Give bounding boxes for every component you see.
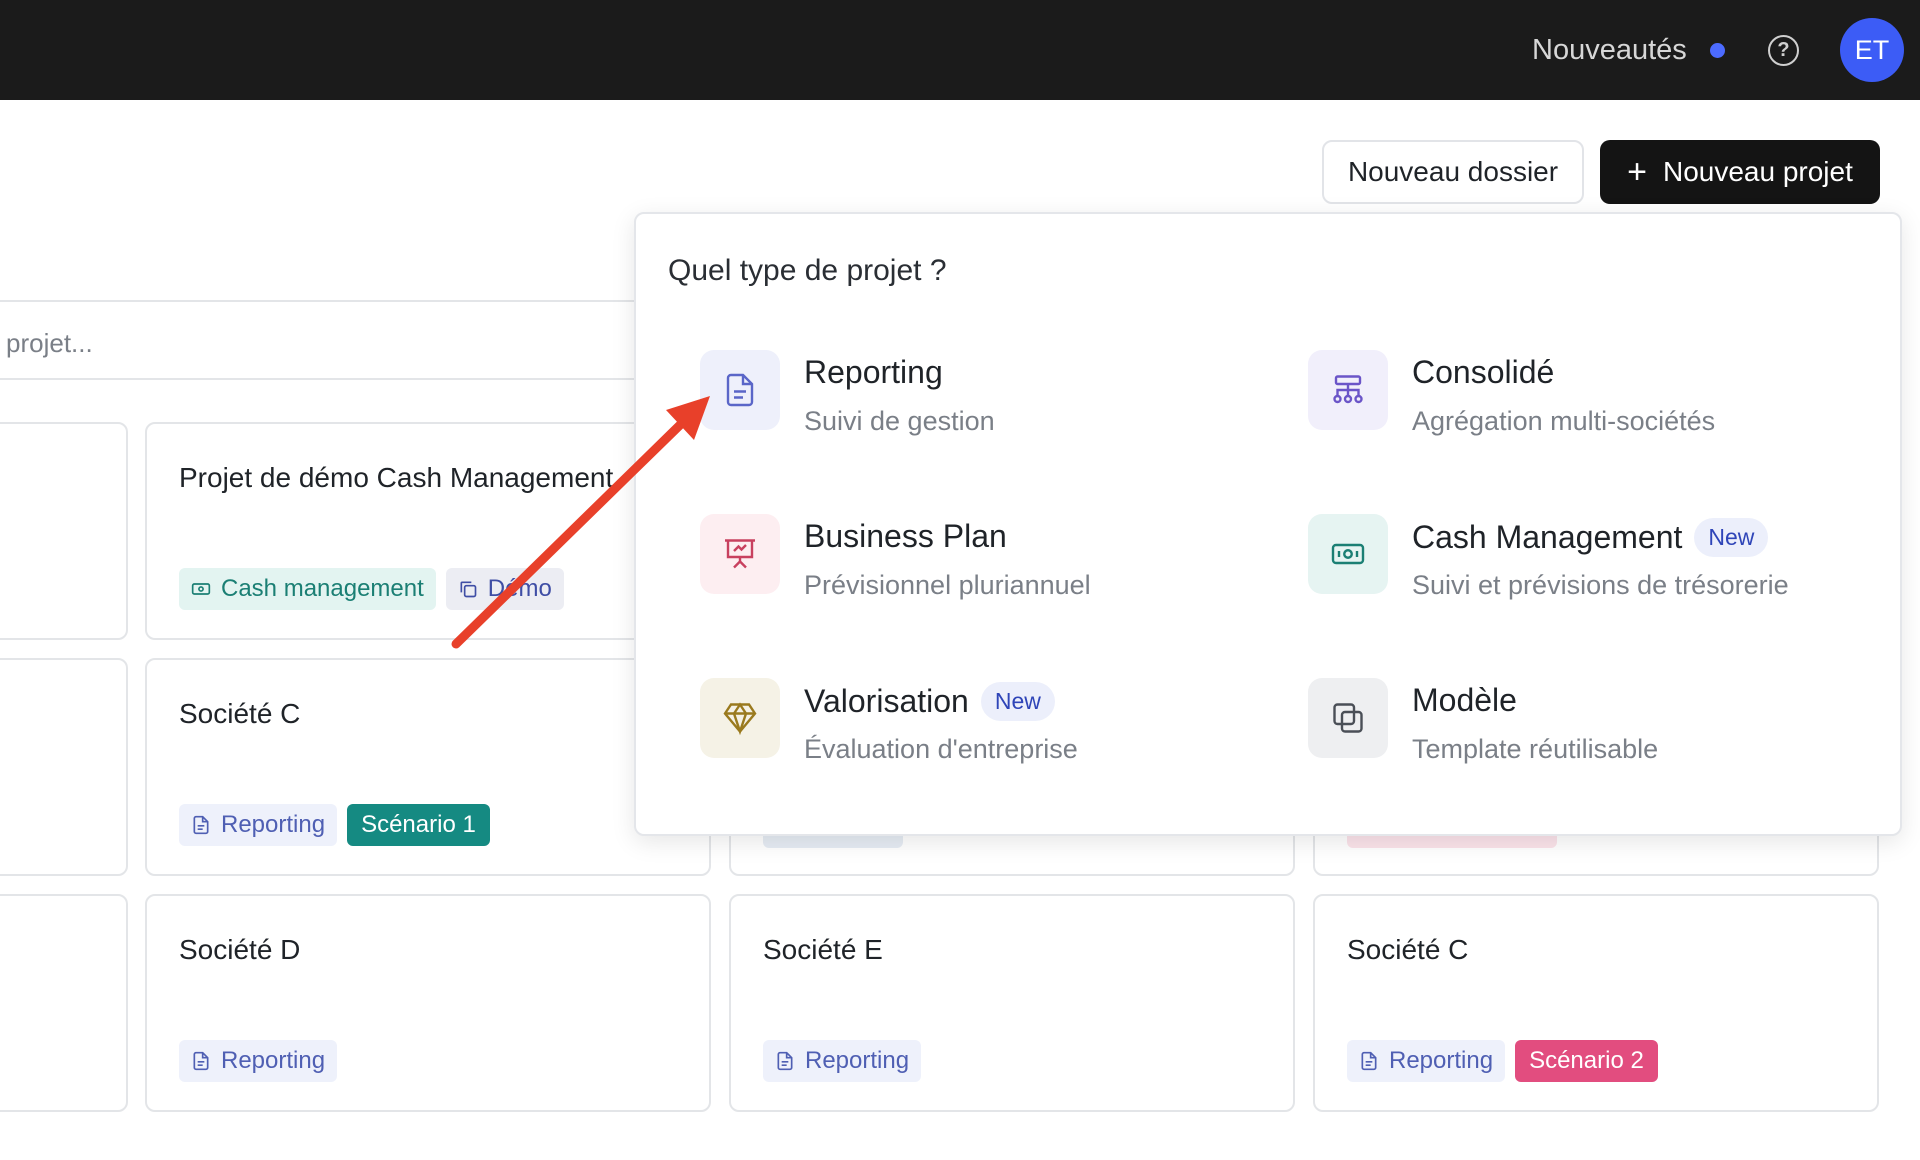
document-icon xyxy=(700,350,780,430)
option-cash-management[interactable]: Cash Management New Suivi et prévisions … xyxy=(1308,514,1908,614)
news-link[interactable]: Nouveautés xyxy=(1532,34,1687,67)
top-bar: Nouveautés ? ET xyxy=(0,0,1920,100)
news-indicator-dot xyxy=(1710,43,1725,58)
option-modele[interactable]: Modèle Template réutilisable xyxy=(1308,678,1908,778)
option-title: Consolidé xyxy=(1412,354,1555,390)
project-title: Société E xyxy=(763,934,883,965)
project-tags: Reporting Scénario 1 xyxy=(179,804,490,846)
option-subtitle: Prévisionnel pluriannuel xyxy=(804,570,1091,600)
project-card[interactable]: Société C Reporting Scénario 2 xyxy=(1313,894,1879,1112)
tag-reporting: Reporting xyxy=(1347,1040,1506,1082)
option-consolide[interactable]: Consolidé Agrégation multi-sociétés xyxy=(1308,350,1908,450)
diamond-icon xyxy=(700,678,780,758)
project-card[interactable]: Société C Reporting Scénario 1 xyxy=(145,658,711,876)
option-subtitle: Template réutilisable xyxy=(1412,734,1659,764)
option-title: Reporting xyxy=(804,354,943,390)
document-icon xyxy=(1361,1051,1377,1071)
project-title: Société D xyxy=(179,934,301,965)
tag-partial xyxy=(1347,836,1557,848)
project-tags: Cash management Démo xyxy=(179,568,564,610)
popover-title: Quel type de projet ? xyxy=(668,254,947,287)
presentation-icon xyxy=(700,514,780,594)
option-valorisation[interactable]: Valorisation New Évaluation d'entreprise xyxy=(700,678,1300,778)
banknote-icon xyxy=(1308,514,1388,594)
document-icon xyxy=(193,815,209,835)
plus-icon: + xyxy=(1627,153,1647,191)
project-card-partial[interactable] xyxy=(0,894,128,1112)
tag-reporting: Reporting xyxy=(179,804,338,846)
project-tags: Reporting Scénario 2 xyxy=(1347,1040,1658,1082)
option-reporting[interactable]: Reporting Suivi de gestion xyxy=(700,350,1300,450)
tag-partial xyxy=(763,836,903,848)
option-subtitle: Évaluation d'entreprise xyxy=(804,734,1078,764)
option-title: Business Plan xyxy=(804,518,1007,554)
project-title: Projet de démo Cash Management xyxy=(179,462,614,493)
new-project-button[interactable]: + Nouveau projet xyxy=(1600,140,1880,204)
tag-scenario-1: Scénario 1 xyxy=(347,804,490,846)
option-subtitle: Agrégation multi-sociétés xyxy=(1412,406,1716,436)
user-avatar[interactable]: ET xyxy=(1840,18,1904,82)
tag-demo: Démo xyxy=(445,568,564,610)
document-icon xyxy=(777,1051,793,1071)
tag-label: Reporting xyxy=(1389,1047,1494,1074)
option-subtitle: Suivi de gestion xyxy=(804,406,995,436)
project-card[interactable]: Société D Reporting xyxy=(145,894,711,1112)
tag-reporting: Reporting xyxy=(763,1040,922,1082)
new-project-label: Nouveau projet xyxy=(1662,156,1853,187)
project-title: Société C xyxy=(1347,934,1469,965)
banknote-icon xyxy=(191,583,211,595)
tag-label: Cash management xyxy=(221,575,424,602)
project-card[interactable]: Société E Reporting xyxy=(729,894,1295,1112)
tag-label: Reporting xyxy=(221,811,326,838)
new-badge: New xyxy=(980,682,1055,721)
project-card-partial[interactable] xyxy=(0,422,128,640)
search-input[interactable]: projet... xyxy=(0,300,650,380)
document-icon xyxy=(193,1051,209,1071)
copy-icon xyxy=(460,581,477,598)
project-tags: Reporting xyxy=(763,1040,922,1082)
tag-reporting: Reporting xyxy=(179,1040,338,1082)
project-card-partial[interactable] xyxy=(0,658,128,876)
project-title: Société C xyxy=(179,698,301,729)
tag-label: Démo xyxy=(487,575,552,602)
tag-label: Reporting xyxy=(221,1047,326,1074)
copy-icon xyxy=(1308,678,1388,758)
help-circle-icon[interactable]: ? xyxy=(1768,35,1799,66)
search-placeholder: projet... xyxy=(6,328,93,358)
option-title: Cash Management New xyxy=(1412,518,1769,557)
app-root: Nouveautés ? ET Nouveau dossier + Nouvea… xyxy=(0,0,1920,1160)
project-tags: Reporting xyxy=(179,1040,338,1082)
tag-scenario-2: Scénario 2 xyxy=(1515,1040,1658,1082)
tag-cash-management: Cash management xyxy=(179,568,436,610)
option-title: Valorisation New xyxy=(804,682,1055,721)
new-folder-button[interactable]: Nouveau dossier xyxy=(1322,140,1584,204)
option-business-plan[interactable]: Business Plan Prévisionnel pluriannuel xyxy=(700,514,1300,614)
option-subtitle: Suivi et prévisions de trésorerie xyxy=(1412,570,1789,600)
new-badge: New xyxy=(1694,518,1769,557)
project-card[interactable]: Projet de démo Cash Management Cash mana… xyxy=(145,422,711,640)
project-type-popover: Quel type de projet ? Reporting Suivi de… xyxy=(634,212,1902,836)
tag-label: Reporting xyxy=(805,1047,910,1074)
option-title: Modèle xyxy=(1412,682,1517,718)
hierarchy-icon xyxy=(1308,350,1388,430)
